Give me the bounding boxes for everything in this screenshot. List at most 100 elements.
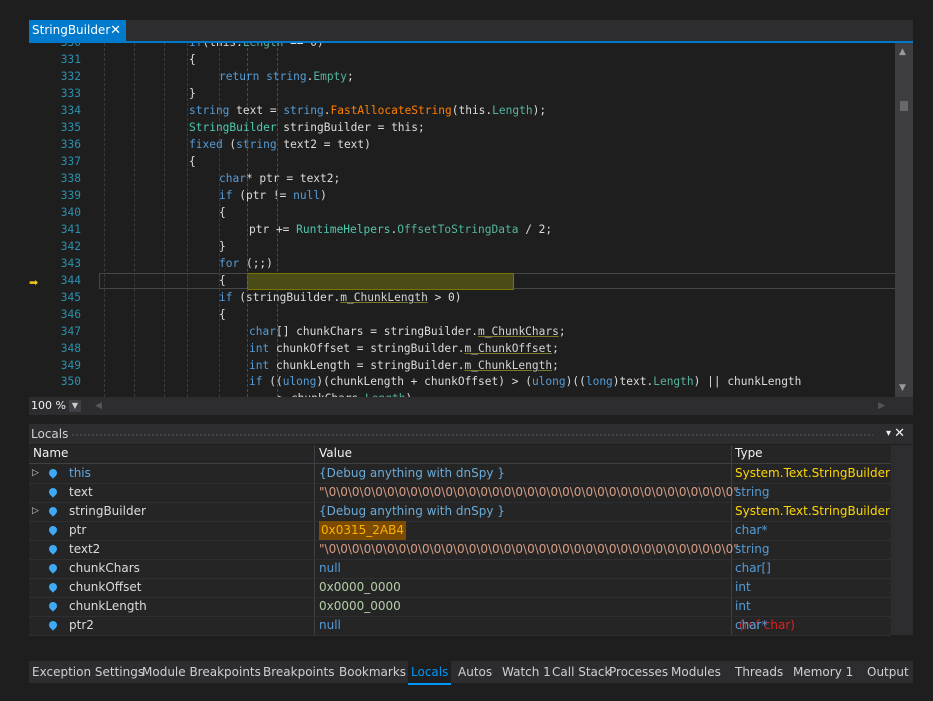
locals-title: Locals — [31, 427, 69, 441]
zoom-select[interactable]: 100 % ▼ — [31, 398, 87, 414]
close-icon[interactable]: ✕ — [110, 20, 121, 41]
tab-stringbuilder[interactable]: StringBuilder ✕ — [29, 20, 126, 41]
code-line[interactable]: 345 if (stringBuilder.m_ChunkLength > 0) — [29, 289, 895, 306]
code-line[interactable]: 349 int chunkLength = stringBuilder.m_Chu… — [29, 357, 895, 374]
triangle-right-icon[interactable]: ▷ — [32, 502, 39, 521]
code-line[interactable]: 338 char* ptr = text2; — [29, 170, 895, 187]
line-number: 337 — [60, 155, 81, 168]
column-header-value[interactable]: Value — [319, 446, 352, 460]
local-value[interactable]: null — [319, 616, 341, 635]
code-token: ) || chunkLength — [693, 375, 802, 388]
code-line[interactable]: 336 fixed (string text2 = text) — [29, 136, 895, 153]
code-line[interactable]: 342} — [29, 238, 895, 255]
tab-memory-1[interactable]: Memory 1 — [793, 661, 853, 683]
scroll-thumb[interactable] — [900, 101, 908, 111]
code-text: StringBuilder stringBuilder = this; — [189, 119, 425, 136]
code-token: ; — [558, 325, 566, 338]
local-value[interactable]: "\0\0\0\0\0\0\0\0\0\0\0\0\0\0\0\0\0\0\0\… — [319, 540, 739, 559]
local-value[interactable]: 0x0315_2AB4 — [319, 521, 406, 540]
code-token: { — [219, 308, 226, 321]
local-value[interactable]: 0x0000_0000 — [319, 597, 401, 616]
code-line[interactable]: 335 StringBuilder stringBuilder = this; — [29, 119, 895, 136]
line-number: 345 — [60, 291, 81, 304]
locals-row[interactable]: chunkLength 0x0000_0000 int — [29, 597, 891, 617]
code-line[interactable]: 337 { — [29, 153, 895, 170]
tab-locals[interactable]: Locals — [408, 661, 452, 685]
locals-row[interactable]: ▷ this {Debug anything with dnSpy } System.… — [29, 464, 891, 484]
code-token: ulong — [531, 375, 566, 388]
code-line[interactable]: 331 { — [29, 51, 895, 68]
code-text: return string.Empty; — [219, 68, 354, 85]
locals-row[interactable]: text2 "\0\0\0\0\0\0\0\0\0\0\0\0\0\0\0\0\0… — [29, 540, 891, 560]
code-token: FastAllocateString — [330, 104, 452, 117]
scroll-down-icon[interactable]: ▼ — [899, 383, 906, 393]
local-value[interactable]: "\0\0\0\0\0\0\0\0\0\0\0\0\0\0\0\0\0\0\0\… — [319, 483, 739, 502]
tab-module-breakpoints[interactable]: Module Breakpoints — [142, 661, 261, 683]
scroll-left-icon[interactable]: ◀ — [95, 397, 102, 415]
local-value[interactable]: {Debug anything with dnSpy } — [319, 464, 505, 483]
tab-bookmarks[interactable]: Bookmarks — [339, 661, 406, 683]
local-value[interactable]: {Debug anything with dnSpy } — [319, 502, 505, 521]
code-token: string — [266, 70, 307, 83]
vertical-scrollbar[interactable]: ▲ ▼ — [895, 43, 913, 397]
tab-autos[interactable]: Autos — [458, 661, 492, 683]
tab-threads[interactable]: Threads — [735, 661, 783, 683]
line-number: 341 — [60, 223, 81, 236]
locals-row[interactable]: ptr2 null char* (ref char) — [29, 616, 891, 636]
code-token: / 2; — [518, 223, 553, 236]
locals-row[interactable]: text "\0\0\0\0\0\0\0\0\0\0\0\0\0\0\0\0\0\… — [29, 483, 891, 503]
tab-watch-1[interactable]: Watch 1 — [502, 661, 551, 683]
code-line[interactable]: 339 if (ptr != null) — [29, 187, 895, 204]
code-line[interactable]: 330 if(this.Length == 0) — [29, 43, 895, 51]
code-token: Empty — [313, 70, 348, 83]
code-token: chunkOffset = stringBuilder. — [269, 342, 465, 355]
tab-modules[interactable]: Modules — [671, 661, 721, 683]
code-token: text = — [229, 104, 284, 117]
code-line[interactable]: 334 string text = string.FastAllocateStri… — [29, 102, 895, 119]
code-line[interactable]: 348 int chunkOffset = stringBuilder.m_Chu… — [29, 340, 895, 357]
locals-row[interactable]: ptr 0x0315_2AB4 char* — [29, 521, 891, 541]
locals-row[interactable]: chunkChars null char[] — [29, 559, 891, 579]
code-line[interactable]: 350 if ((ulong)(chunkLength + chunkOffset… — [29, 373, 895, 390]
column-header-name[interactable]: Name — [33, 446, 68, 460]
code-text: { — [189, 51, 196, 68]
tab-exception-settings[interactable]: Exception Settings — [32, 661, 144, 683]
editor-zoom-bar: 100 % ▼ ◀ ▶ — [29, 397, 913, 415]
chevron-down-icon[interactable]: ▼ — [69, 400, 81, 412]
triangle-right-icon[interactable]: ▷ — [32, 464, 39, 483]
code-line[interactable]: 332 return string.Empty; — [29, 68, 895, 85]
local-value[interactable]: 0x0000_0000 — [319, 578, 401, 597]
scroll-right-icon[interactable]: ▶ — [878, 397, 885, 415]
code-line[interactable]: 344 { — [29, 272, 895, 289]
tool-window-tabs: Exception Settings Module Breakpoints Brea… — [29, 661, 913, 685]
tab-call-stack[interactable]: Call Stack — [552, 661, 611, 683]
locals-grid[interactable]: Name Value Type ▷ this {Debug anything wit… — [29, 445, 891, 636]
code-line[interactable]: 343 for (;;) — [29, 255, 895, 272]
code-token: } — [189, 87, 196, 100]
local-name: text — [69, 485, 93, 499]
type-text: string — [735, 485, 770, 499]
window-menu-icon[interactable]: ▾ — [886, 424, 891, 444]
close-icon[interactable]: ✕ — [894, 424, 905, 444]
code-text: if (stringBuilder.m_ChunkLength > 0) — [219, 289, 462, 306]
code-line[interactable]: 341 ptr += RuntimeHelpers.OffsetToStringD… — [29, 221, 895, 238]
code-line[interactable]: 340 { — [29, 204, 895, 221]
locals-row[interactable]: ▷ stringBuilder {Debug anything with dnSpy… — [29, 502, 891, 522]
tab-output[interactable]: Output — [867, 661, 909, 683]
code-text: if (ptr != null) — [219, 187, 327, 204]
column-header-type[interactable]: Type — [735, 446, 763, 460]
type-text: char[] — [735, 561, 771, 575]
scroll-up-icon[interactable]: ▲ — [899, 47, 906, 57]
code-line[interactable]: 347 char[] chunkChars = stringBuilder.m_C… — [29, 323, 895, 340]
local-value[interactable]: null — [319, 559, 341, 578]
code-token: long — [585, 375, 613, 388]
tab-breakpoints[interactable]: Breakpoints — [263, 661, 334, 683]
tab-processes[interactable]: Processes — [609, 661, 668, 683]
code-token: m_ChunkLength — [340, 291, 428, 304]
code-token: ptr += — [249, 223, 297, 236]
code-editor[interactable]: ➡ 330if(this.Length == 0)331{332return s… — [29, 43, 913, 397]
locals-row[interactable]: chunkOffset 0x0000_0000 int — [29, 578, 891, 598]
code-line[interactable]: > chunkChars.Length) — [29, 390, 895, 397]
code-line[interactable]: 346 { — [29, 306, 895, 323]
code-line[interactable]: 333} — [29, 85, 895, 102]
